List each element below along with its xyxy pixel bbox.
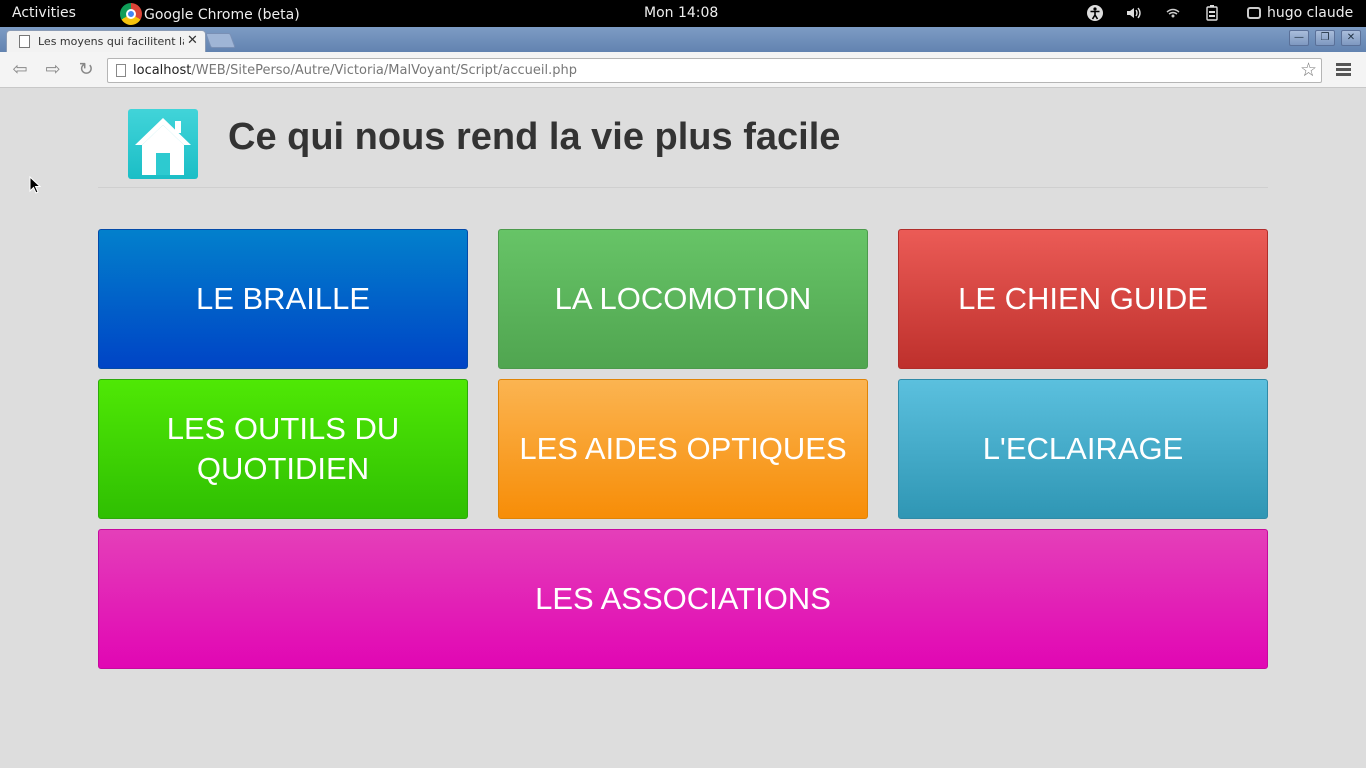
network-icon[interactable] (1164, 4, 1182, 22)
chrome-menu-icon[interactable] (1336, 63, 1351, 78)
page-icon (116, 64, 126, 77)
bookmark-star-icon[interactable]: ☆ (1300, 59, 1317, 81)
page-favicon-icon (19, 35, 30, 48)
url-text[interactable]: localhost/WEB/SitePerso/Autre/Victoria/M… (133, 63, 577, 78)
clock[interactable]: Mon 14:08 (644, 5, 718, 21)
tab-title: Les moyens qui facilitent la (38, 35, 184, 48)
new-tab-button[interactable] (205, 33, 236, 48)
tile-associations[interactable]: LES ASSOCIATIONS (98, 529, 1268, 669)
tile-locomotion[interactable]: LA LOCOMOTION (498, 229, 868, 369)
tile-label: L'ECLAIRAGE (982, 431, 1184, 466)
minimize-button[interactable]: — (1289, 30, 1309, 46)
tile-outils-quotidien[interactable]: LES OUTILS DU QUOTIDIEN (98, 379, 468, 519)
user-status-icon (1247, 7, 1261, 19)
address-bar[interactable]: localhost/WEB/SitePerso/Autre/Victoria/M… (107, 58, 1322, 83)
user-menu[interactable]: hugo claude (1247, 5, 1353, 21)
system-tray (1086, 4, 1242, 22)
close-window-button[interactable]: ✕ (1341, 30, 1361, 46)
tile-label: LE CHIEN GUIDE (958, 281, 1208, 316)
tile-label: LA LOCOMOTION (554, 281, 812, 316)
browser-toolbar: ⇦ ⇨ ↻ localhost/WEB/SitePerso/Autre/Vict… (0, 52, 1366, 88)
tile-label: LES OUTILS DU QUOTIDIEN (167, 409, 400, 489)
tile-label: LE BRAILLE (195, 281, 371, 316)
tile-label-line-2: QUOTIDIEN (196, 451, 370, 486)
app-name: Google Chrome (beta) (144, 7, 300, 23)
system-top-bar: Activities Google Chrome (beta) Mon 14:0… (0, 0, 1366, 27)
page-content: Ce qui nous rend la vie plus facile LE B… (0, 88, 1366, 768)
volume-icon[interactable] (1125, 4, 1143, 22)
back-arrow-icon[interactable]: ⇦ (8, 59, 32, 81)
tab-active[interactable]: Les moyens qui facilitent la ✕ (6, 30, 206, 52)
tab-strip: Les moyens qui facilitent la ✕ — ❐ ✕ (0, 27, 1366, 52)
app-menu[interactable]: Google Chrome (beta) (120, 3, 300, 25)
url-host: localhost (133, 63, 192, 78)
reload-icon[interactable]: ↻ (74, 59, 98, 81)
tab-close-icon[interactable]: ✕ (187, 33, 198, 48)
url-path: /WEB/SitePerso/Autre/Victoria/MalVoyant/… (191, 63, 577, 78)
tile-label: LES AIDES OPTIQUES (519, 431, 847, 466)
mouse-cursor-icon (29, 176, 41, 194)
battery-icon[interactable] (1203, 4, 1221, 22)
tile-chien-guide[interactable]: LE CHIEN GUIDE (898, 229, 1268, 369)
tile-braille[interactable]: LE BRAILLE (98, 229, 468, 369)
user-name: hugo claude (1267, 5, 1354, 21)
tile-eclairage[interactable]: L'ECLAIRAGE (898, 379, 1268, 519)
page-title: Ce qui nous rend la vie plus facile (228, 116, 841, 158)
tile-label-line-1: LES OUTILS DU (166, 411, 400, 446)
activities-button[interactable]: Activities (12, 5, 76, 21)
accessibility-icon[interactable] (1086, 4, 1104, 22)
home-icon[interactable] (128, 109, 198, 179)
restore-button[interactable]: ❐ (1315, 30, 1335, 46)
tile-label: LES ASSOCIATIONS (535, 581, 831, 616)
tile-aides-optiques[interactable]: LES AIDES OPTIQUES (498, 379, 868, 519)
forward-arrow-icon[interactable]: ⇨ (41, 59, 65, 81)
divider (98, 187, 1268, 188)
chrome-logo-icon (120, 3, 142, 25)
